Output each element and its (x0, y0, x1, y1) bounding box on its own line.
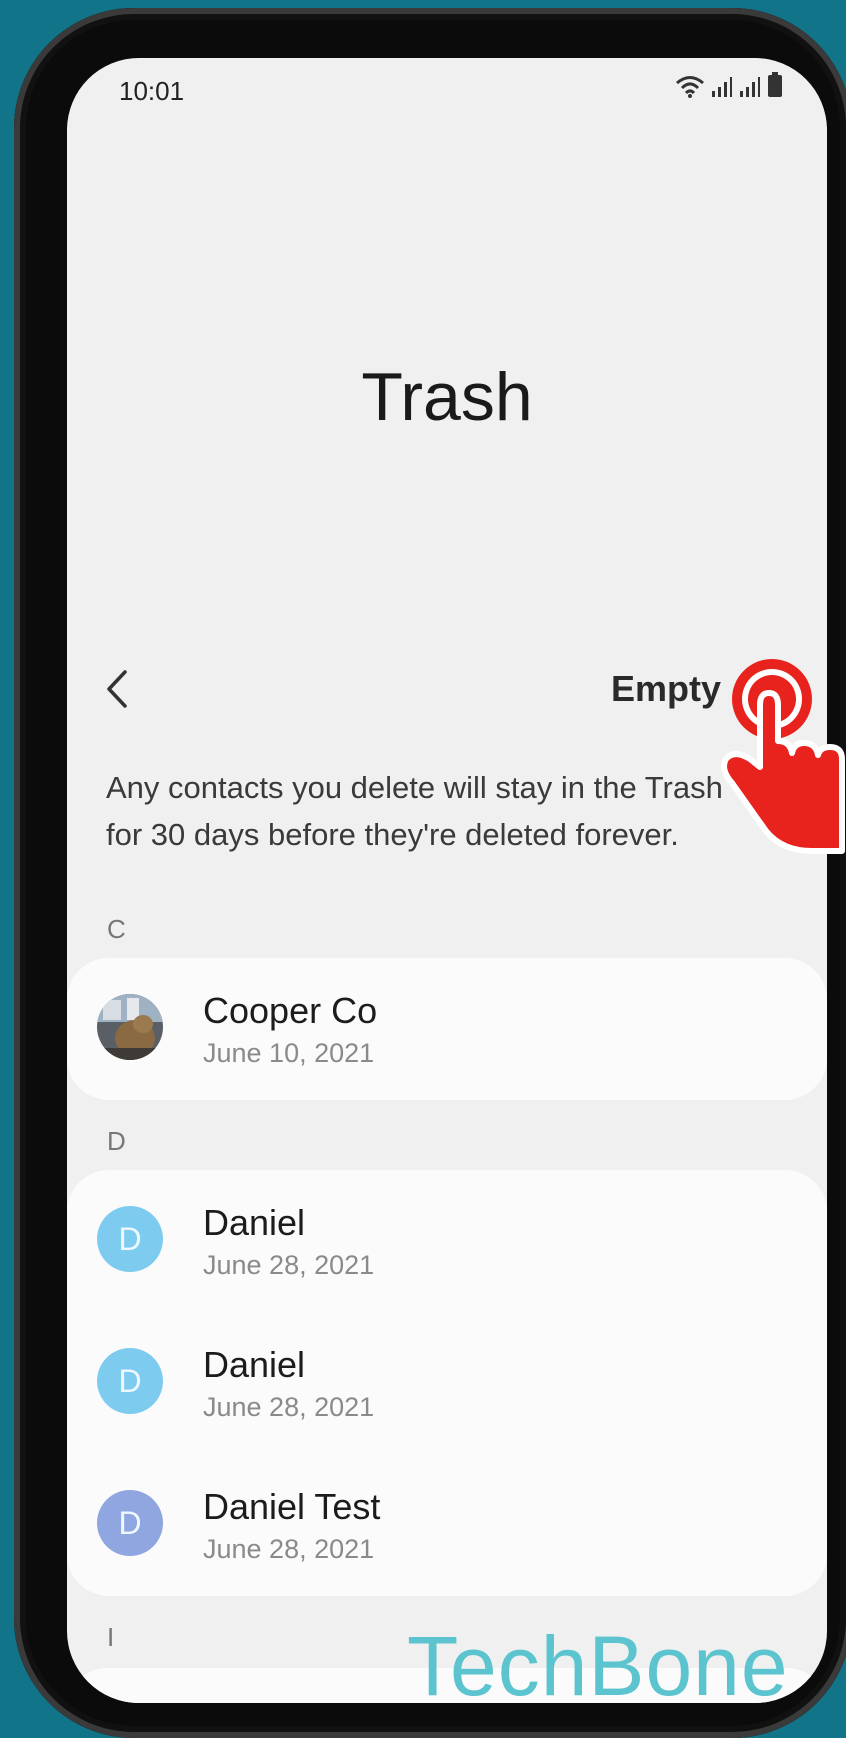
contact-deleted-date: June 28, 2021 (203, 1534, 375, 1564)
section-label-i: I (107, 1622, 115, 1652)
chevron-left-icon (107, 670, 127, 708)
contact-name: Daniel (203, 1202, 306, 1243)
signal-icon-2 (740, 77, 760, 97)
contact-row[interactable]: D Daniel June 28, 2021 (67, 1170, 827, 1312)
page-title: Trash (361, 359, 533, 435)
status-icons (675, 72, 783, 98)
contact-avatar: D (97, 1348, 163, 1414)
section-label-d: D (107, 1126, 126, 1156)
contact-deleted-date: June 10, 2021 (203, 1038, 375, 1068)
contact-row[interactable]: D Daniel Test June 28, 2021 (67, 1454, 827, 1596)
contact-photo (97, 994, 163, 1060)
status-time: 10:01 (119, 76, 185, 106)
contact-row[interactable]: Cooper Co June 10, 2021 (67, 958, 827, 1100)
techbone-watermark: TechBone (407, 1619, 789, 1713)
dog-photo-avatar (97, 994, 163, 1060)
contacts-card-c: Cooper Co June 10, 2021 (67, 958, 827, 1100)
back-button[interactable] (95, 664, 145, 714)
empty-button[interactable]: Empty (611, 668, 721, 710)
battery-icon (768, 72, 782, 97)
contact-avatar: D (97, 1206, 163, 1272)
tap-hand-icon (721, 659, 845, 854)
signal-icon (712, 77, 732, 97)
section-label-c: C (107, 914, 126, 944)
wifi-icon (676, 76, 704, 98)
contact-row[interactable]: D Daniel June 28, 2021 (67, 1312, 827, 1454)
screen: 10:01 Trash Empty Any contacts you delet… (67, 58, 827, 1703)
contact-deleted-date: June 28, 2021 (203, 1250, 375, 1280)
contact-name: Cooper Co (203, 990, 378, 1031)
trash-info-text: Any contacts you delete will stay in the… (106, 770, 723, 852)
contacts-card-d: D Daniel June 28, 2021 D Daniel June 28,… (67, 1170, 827, 1596)
toolbar: Empty (67, 646, 827, 730)
contact-avatar: D (97, 1490, 163, 1556)
status-bar: 10:01 (67, 58, 827, 118)
contact-deleted-date: June 28, 2021 (203, 1392, 375, 1422)
contact-name: Daniel (203, 1344, 306, 1385)
contact-name: Daniel Test (203, 1486, 381, 1527)
